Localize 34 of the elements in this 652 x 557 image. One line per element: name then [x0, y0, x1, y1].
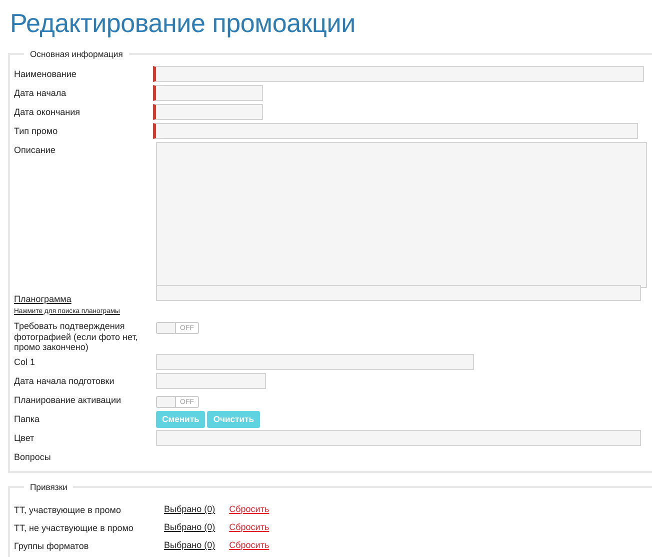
- section-legend: Основная информация: [24, 48, 129, 60]
- field-label: ТТ, не участвующие в промо: [14, 522, 134, 534]
- input-field[interactable]: [153, 66, 644, 82]
- input-field[interactable]: [156, 430, 641, 446]
- field-label: Тип промо: [14, 125, 59, 136]
- field-label: Дата начала: [14, 87, 68, 98]
- selected-count-link[interactable]: Выбрано (0): [164, 521, 216, 535]
- input-field[interactable]: [153, 85, 263, 101]
- planogram-link[interactable]: Планограмма: [14, 294, 154, 304]
- page-title: Редактирование промоакции: [9, 7, 356, 40]
- section-legend: Привязки: [24, 481, 74, 493]
- reset-link[interactable]: Сбросить: [229, 539, 270, 553]
- reset-link[interactable]: Сбросить: [229, 521, 270, 535]
- text-area[interactable]: [156, 142, 647, 288]
- field-label: Наименование: [14, 68, 78, 80]
- input-field[interactable]: [156, 285, 641, 301]
- reset-link[interactable]: Сбросить: [229, 503, 270, 517]
- input-field[interactable]: [156, 354, 474, 370]
- field-label: ТТ, участвующие в промо: [14, 504, 122, 516]
- field-label: Col 1: [14, 356, 36, 368]
- field-label: Папка: [14, 413, 40, 424]
- field-label: Группы форматов: [14, 540, 90, 552]
- field-label: Требовать подтверждения фотографией (если фото нет, промо закончено): [14, 320, 139, 352]
- field-label: Дата начала подготовки: [14, 375, 116, 386]
- field-label: Планирование активации: [14, 394, 122, 406]
- input-field[interactable]: [153, 104, 263, 120]
- field-label: Цвет: [14, 432, 36, 444]
- field-label: Описание: [14, 144, 56, 156]
- field-label: Дата окончания: [14, 106, 82, 118]
- selected-count-link[interactable]: Выбрано (0): [164, 503, 216, 517]
- input-field[interactable]: [153, 123, 638, 139]
- input-field[interactable]: [156, 373, 266, 389]
- selected-count-link[interactable]: Выбрано (0): [164, 539, 216, 553]
- field-label: Вопросы: [14, 451, 52, 462]
